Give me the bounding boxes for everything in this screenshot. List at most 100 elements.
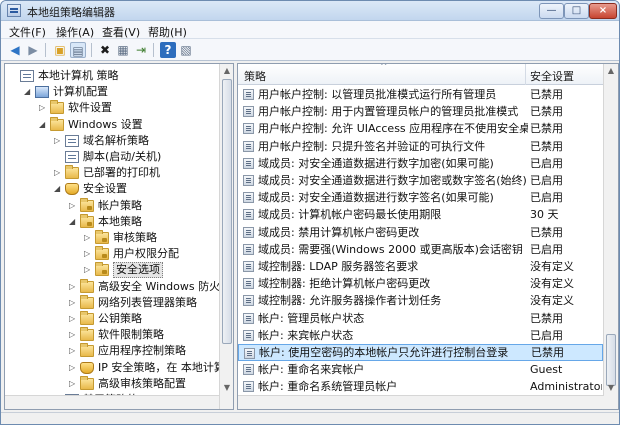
view-icon[interactable]: ▧ [178, 42, 194, 58]
expand-arrow-icon[interactable]: ▷ [69, 315, 76, 323]
expand-arrow-icon[interactable]: ▷ [84, 250, 91, 258]
scroll-up-icon[interactable]: ▲ [605, 64, 617, 78]
minimize-button[interactable]: — [539, 3, 564, 19]
tree-item-label: 安全设置 [83, 182, 127, 196]
shield-icon [80, 361, 94, 374]
title-bar[interactable]: 本地组策略编辑器 — □ × [1, 1, 619, 21]
tree-item[interactable]: ◢ Windows 设置 [5, 116, 219, 133]
column-policy-header[interactable]: 策略 [244, 68, 266, 84]
tree-item[interactable]: ◢ 计算机配置 [5, 84, 219, 100]
tree-item[interactable]: ▷ 用户权限分配 [5, 246, 219, 262]
policy-icon [243, 157, 254, 169]
list-scroll-thumb[interactable] [606, 334, 616, 386]
policy-name: 域成员: 需要强(Windows 2000 或更高版本)会话密钥 [258, 242, 523, 256]
menu-action[interactable]: 操作(A) [56, 24, 94, 40]
tree-item[interactable]: ▷ IP 安全策略，在 本地计算机 [5, 360, 233, 376]
up-folder-icon[interactable]: ▣ [52, 42, 68, 58]
tree-item-label: 计算机配置 [53, 85, 108, 99]
policy-row[interactable]: 帐户: 重命名系统管理员帐户 Administrator [238, 378, 603, 395]
tree-horizontal-scrollbar[interactable] [5, 395, 219, 409]
policy-row[interactable]: 用户帐户控制: 只提升签名并验证的可执行文件 已禁用 [238, 138, 603, 155]
back-arrow-icon[interactable]: ◀ [7, 42, 23, 58]
policy-row[interactable]: 用户帐户控制: 用于内置管理员帐户的管理员批准模式 已禁用 [238, 103, 603, 120]
tree-item[interactable]: ▷ 已部署的打印机 [5, 165, 219, 181]
tree-scroll-thumb[interactable] [222, 79, 232, 344]
tree-item-label: 帐户策略 [98, 198, 142, 212]
collapse-arrow-icon[interactable]: ◢ [39, 120, 46, 128]
tree-item[interactable]: ▷ 帐户策略 [5, 197, 219, 214]
tree-item[interactable]: ▷ 网络列表管理器策略 [5, 294, 219, 311]
menu-view[interactable]: 查看(V) [102, 24, 140, 40]
expand-arrow-icon[interactable]: ▷ [69, 331, 76, 339]
tree-pane: ◢本地计算机 策略 ◢ 计算机配置 ▷ 软件设置◢Windows 设置 ▷ 域名解析策略 ▷脚… [4, 63, 234, 410]
policy-row[interactable]: 域成员: 计算机帐户密码最长使用期限 30 天 [238, 206, 603, 223]
expand-arrow-icon[interactable]: ▷ [54, 169, 61, 177]
expand-arrow-icon[interactable]: ▷ [69, 363, 76, 371]
collapse-arrow-icon[interactable]: ◢ [69, 217, 76, 225]
policy-row[interactable]: 域成员: 对安全通道数据进行数字加密或数字签名(始终) 已启用 [238, 172, 603, 189]
forward-arrow-icon[interactable]: ▶ [25, 42, 41, 58]
policy-row[interactable]: 帐户: 重命名来宾帐户 Guest [238, 361, 603, 378]
policy-row[interactable]: 域控制器: 允许服务器操作者计划任务 没有定义 [238, 292, 603, 309]
tree-item[interactable]: ▷ 软件设置 [5, 100, 219, 116]
tree-item-label: 域名解析策略 [83, 133, 149, 147]
collapse-arrow-icon[interactable]: ◢ [54, 185, 61, 193]
show-tree-icon[interactable]: ▤ [70, 42, 86, 58]
tree-vertical-scrollbar[interactable]: ▲ ▼ [219, 64, 233, 409]
tree-item[interactable]: ▷脚本(启动/关机) [5, 149, 219, 165]
policy-row[interactable]: 域控制器: LDAP 服务器签名要求 没有定义 [238, 258, 603, 275]
policy-row[interactable]: 域成员: 对安全通道数据进行数字加密(如果可能) 已启用 [238, 155, 603, 172]
scroll-up-icon[interactable]: ▲ [221, 64, 233, 78]
tree-item[interactable]: ▷ 高级安全 Windows 防火墙 [5, 278, 231, 295]
policy-row[interactable]: 帐户: 管理员帐户状态 已禁用 [238, 310, 603, 327]
policy-row[interactable]: 域成员: 需要强(Windows 2000 或更高版本)会话密钥 已启用 [238, 241, 603, 258]
menu-file[interactable]: 文件(F) [9, 24, 46, 40]
tree-item[interactable]: ▷ 域名解析策略 [5, 133, 219, 149]
policy-setting: 已禁用 [530, 225, 563, 239]
close-button[interactable]: × [589, 3, 617, 19]
delete-icon[interactable]: ✖ [97, 42, 113, 58]
policy-row[interactable]: 域控制器: 拒绝计算机帐户密码更改 没有定义 [238, 275, 603, 292]
policy-row[interactable]: 域成员: 禁用计算机帐户密码更改 已禁用 [238, 224, 603, 241]
policy-row[interactable]: 域成员: 对安全通道数据进行数字签名(如果可能) 已启用 [238, 189, 603, 206]
policy-row[interactable]: 帐户: 使用空密码的本地帐户只允许进行控制台登录 已禁用 [238, 344, 603, 361]
expand-arrow-icon[interactable]: ▷ [39, 104, 46, 112]
tree-item[interactable]: ◢ 安全设置 [5, 181, 219, 197]
policy-row[interactable]: 用户帐户控制: 允许 UIAccess 应用程序在不使用安全桌面... 已禁用 [238, 120, 603, 137]
expand-arrow-icon[interactable]: ▷ [69, 282, 76, 290]
policy-icon [243, 89, 254, 100]
scroll-down-icon[interactable]: ▼ [221, 381, 233, 395]
maximize-button[interactable]: □ [564, 3, 589, 19]
tree-item[interactable]: ◢ 本地策略 [5, 213, 219, 230]
document-icon [20, 70, 34, 82]
tree-item[interactable]: ▷ 应用程序控制策略 [5, 343, 219, 359]
policy-row[interactable]: 帐户: 来宾帐户状态 已启用 [238, 327, 603, 344]
menu-help[interactable]: 帮助(H) [148, 24, 187, 40]
tree-item-label: 软件设置 [68, 101, 112, 115]
column-divider[interactable] [525, 64, 526, 85]
expand-arrow-icon[interactable]: ▷ [84, 234, 91, 242]
properties-icon[interactable]: ▦ [115, 42, 131, 58]
tree-item-label: 本地策略 [98, 214, 142, 228]
list-vertical-scrollbar[interactable]: ▲ ▼ [603, 64, 618, 409]
expand-arrow-icon[interactable]: ▷ [84, 266, 91, 274]
tree-item[interactable]: ▷ 安全选项 [5, 262, 219, 279]
tree-item[interactable]: ▷ 软件限制策略 [5, 327, 219, 343]
tree-item[interactable]: ▷ 高级审核策略配置 [5, 375, 219, 392]
collapse-arrow-icon[interactable]: ◢ [24, 88, 31, 96]
expand-arrow-icon[interactable]: ▷ [54, 136, 61, 144]
expand-arrow-icon[interactable]: ▷ [69, 201, 76, 209]
tree-item[interactable]: ▷ 公钥策略 [5, 311, 219, 327]
help-icon[interactable]: ? [160, 42, 176, 58]
tree-item[interactable]: ▷ 审核策略 [5, 230, 219, 246]
policy-row[interactable]: 用户帐户控制: 以管理员批准模式运行所有管理员 已禁用 [238, 86, 603, 103]
export-icon[interactable]: ⇥ [133, 42, 149, 58]
expand-arrow-icon[interactable]: ▷ [69, 347, 76, 355]
policy-name: 帐户: 来宾帐户状态 [258, 328, 354, 342]
list-horizontal-scrollbar[interactable] [238, 395, 604, 409]
column-setting-header[interactable]: 安全设置 [530, 68, 574, 84]
expand-arrow-icon[interactable]: ▷ [69, 379, 76, 387]
scroll-down-icon[interactable]: ▼ [605, 381, 617, 395]
tree-item[interactable]: ◢本地计算机 策略 [5, 68, 219, 84]
expand-arrow-icon[interactable]: ▷ [69, 298, 76, 306]
